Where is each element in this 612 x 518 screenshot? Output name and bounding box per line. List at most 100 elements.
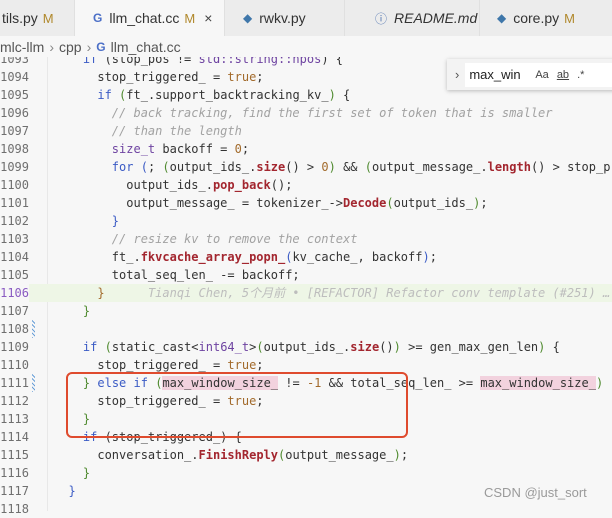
- code-token: (: [140, 160, 148, 174]
- code-text: // resize kv to remove the context: [54, 230, 358, 248]
- code-line[interactable]: 1115 conversation_.FinishReply(output_me…: [0, 446, 612, 464]
- code-line[interactable]: 1107 }: [0, 302, 612, 320]
- code-text: }: [54, 212, 119, 230]
- code-token: output_ids_.: [263, 340, 351, 354]
- code-token: }: [97, 286, 105, 300]
- code-token: ): [328, 88, 336, 102]
- code-line[interactable]: 1098 size_t backoff = 0;: [0, 140, 612, 158]
- line-number: 1096: [0, 106, 29, 120]
- code-token: ;: [400, 448, 409, 462]
- code-token: for: [111, 160, 134, 174]
- code-line[interactable]: 1104 ft_.fkvcache_array_popn_(kv_cache_,…: [0, 248, 612, 266]
- code-line[interactable]: 1096 // back tracking, find the first se…: [0, 104, 612, 122]
- tab-core-py[interactable]: ◆ core.py M: [480, 0, 612, 36]
- code-token: ->: [328, 196, 343, 210]
- breadcrumb-item[interactable]: mlc-llm: [0, 39, 44, 55]
- line-number: 1097: [0, 124, 29, 138]
- code-line[interactable]: 1106 } Tianqi Chen, 5个月前 • [REFACTOR] Re…: [0, 284, 612, 302]
- line-number: 1106: [0, 284, 29, 302]
- code-token: (: [256, 340, 264, 354]
- close-icon[interactable]: ×: [204, 10, 212, 26]
- find-input[interactable]: max_win Aa ab .*: [465, 62, 612, 87]
- chevron-right-icon: ›: [86, 38, 92, 55]
- code-text: }: [54, 302, 90, 320]
- code-line[interactable]: 1103 // resize kv to remove the context: [0, 230, 612, 248]
- code-line[interactable]: 1101 output_message_ = tokenizer_->Decod…: [0, 194, 612, 212]
- info-icon: ⓘ: [375, 11, 388, 26]
- git-change-marker[interactable]: [32, 374, 35, 392]
- code-token: tokenizer_: [256, 196, 329, 210]
- tab-llm-chat-cc[interactable]: G llm_chat.cc M ×: [75, 0, 225, 36]
- code-line[interactable]: 1102 }: [0, 212, 612, 230]
- code-token: ();: [270, 178, 293, 192]
- code-text: stop_triggered_ = true;: [54, 68, 264, 86]
- breadcrumb-item[interactable]: cpp: [59, 39, 82, 55]
- match-case-toggle[interactable]: Aa: [535, 69, 548, 81]
- code-token: // resize kv to remove the context: [111, 232, 358, 246]
- tab-label: rwkv.py: [259, 10, 306, 26]
- code-token: (: [104, 340, 112, 354]
- code-token: output_ids_.: [169, 160, 257, 174]
- toggle-replace-icon[interactable]: ›: [455, 67, 459, 82]
- tab-tils-py[interactable]: tils.py M: [0, 0, 75, 36]
- code-token: stop_triggered_ =: [54, 70, 228, 84]
- code-line[interactable]: 1116 }: [0, 464, 612, 482]
- code-token: (): [530, 160, 546, 174]
- python-icon: ◆: [243, 11, 253, 25]
- code-line[interactable]: 1105 total_seq_len_ -= backoff;: [0, 266, 612, 284]
- code-line[interactable]: 1097 // than the length: [0, 122, 612, 140]
- code-text: for (; (output_ids_.size() > 0) && (outp…: [54, 158, 611, 176]
- annotation-highlight-box: [66, 372, 408, 438]
- code-token: (: [162, 160, 170, 174]
- python-icon: ◆: [497, 11, 507, 25]
- code-editor[interactable]: 1093 if (stop_pos != std::string::npos) …: [0, 50, 612, 516]
- code-token: ): [393, 340, 401, 354]
- code-line[interactable]: 1100 output_ids_.pop_back();: [0, 176, 612, 194]
- code-token: ): [595, 376, 604, 390]
- code-token: Decode: [343, 196, 387, 210]
- breadcrumb-item[interactable]: llm_chat.cc: [111, 39, 181, 55]
- code-text: // than the length: [54, 122, 242, 140]
- code-token: ;: [256, 70, 264, 84]
- code-text: } Tianqi Chen, 5个月前 • [REFACTOR] Refacto…: [54, 284, 610, 302]
- git-change-marker[interactable]: [32, 320, 35, 338]
- code-text: size_t backoff = 0;: [54, 140, 249, 158]
- tab-label: README.md: [394, 10, 478, 26]
- code-token: 0: [321, 160, 329, 174]
- code-token: ): [393, 448, 401, 462]
- code-text: }: [54, 482, 75, 500]
- line-number: 1118: [0, 502, 29, 516]
- tab-readme-md[interactable]: ⓘ README.md: [345, 0, 480, 36]
- code-token: 0: [234, 142, 242, 156]
- code-token: output_ids_.: [126, 178, 213, 192]
- line-number: 1112: [0, 394, 29, 408]
- line-number: 1113: [0, 412, 29, 426]
- line-number: 1105: [0, 268, 29, 282]
- line-number: 1095: [0, 88, 29, 102]
- code-line[interactable]: 1118: [0, 500, 612, 518]
- regex-toggle[interactable]: .*: [577, 69, 584, 81]
- code-token: ;: [480, 196, 488, 210]
- code-token: (): [285, 160, 300, 174]
- line-number: 1103: [0, 232, 29, 246]
- tab-rwkv-py[interactable]: ◆ rwkv.py: [225, 0, 345, 36]
- search-match: max_window_size_: [480, 376, 596, 390]
- code-token: .: [191, 448, 199, 462]
- code-line[interactable]: 1099 for (; (output_ids_.size() > 0) && …: [0, 158, 612, 176]
- code-token: size: [256, 160, 286, 174]
- code-token: true: [227, 358, 257, 372]
- git-blame-annotation: Tianqi Chen, 5个月前 • [REFACTOR] Refactor …: [104, 286, 611, 300]
- code-line[interactable]: 1109 if (static_cast<int64_t>(output_ids…: [0, 338, 612, 356]
- code-line[interactable]: 1108: [0, 320, 612, 338]
- code-text: // back tracking, find the first set of …: [54, 104, 553, 122]
- code-token: static_cast<: [111, 340, 199, 354]
- whole-word-toggle[interactable]: ab: [557, 69, 569, 81]
- code-token: size_t: [111, 142, 156, 156]
